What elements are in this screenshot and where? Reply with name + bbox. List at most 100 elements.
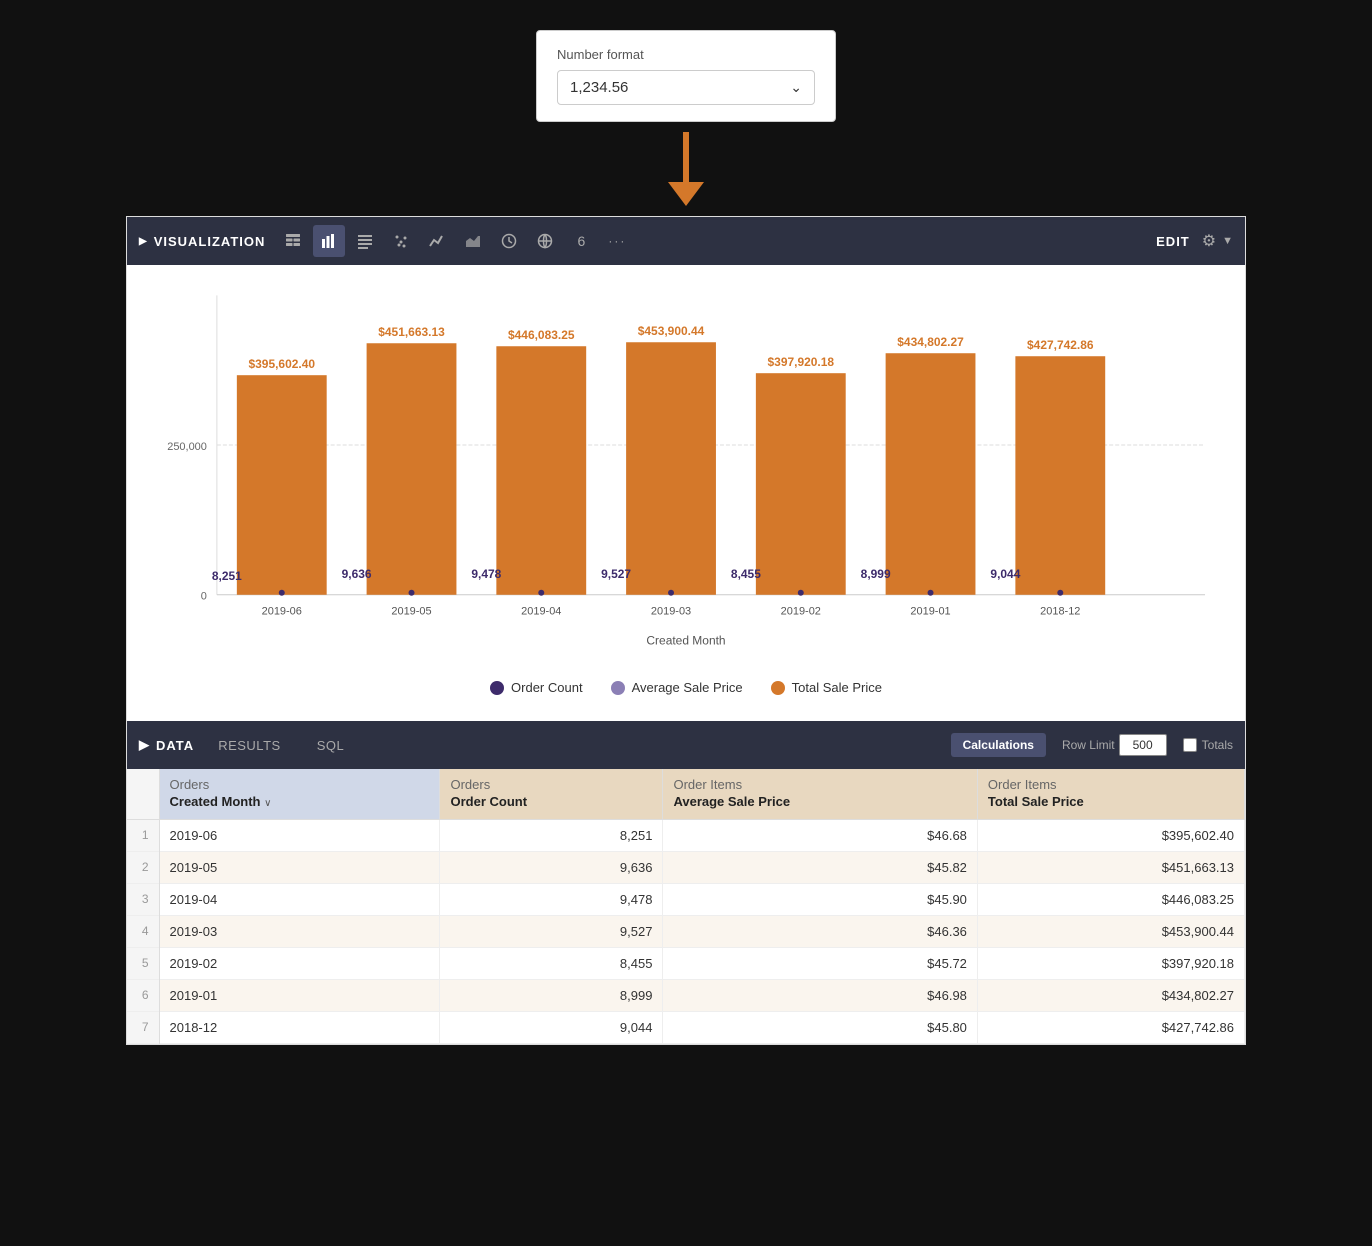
cell-order-count: 9,527 [440,915,663,947]
bar-2019-06[interactable] [237,375,327,595]
cell-month: 2018-12 [159,1011,440,1043]
area-icon-btn[interactable] [457,225,489,257]
totals-checkbox[interactable] [1183,738,1197,752]
svg-text:2018-12: 2018-12 [1040,606,1080,618]
avg-sale-legend-label: Average Sale Price [632,680,743,695]
cell-month: 2019-06 [159,819,440,851]
row-limit-label: Row Limit [1062,738,1115,752]
bar-chart-icon-btn[interactable] [313,225,345,257]
data-table: Orders Created Month ∨ Orders Order Coun… [127,769,1245,1044]
row-number: 6 [127,979,159,1011]
bar-2019-02[interactable] [756,373,846,595]
legend-avg-sale-price: Average Sale Price [611,680,743,695]
col-header-total-sale-price[interactable]: Order Items Total Sale Price [977,769,1244,819]
cell-total-sale-price: $434,802.27 [977,979,1244,1011]
total-sale-legend-dot [771,681,785,695]
number-6-icon: 6 [578,233,586,249]
order-count-legend-dot [490,681,504,695]
number-format-label: Number format [557,47,815,62]
svg-text:9,044: 9,044 [990,567,1020,581]
chevron-down-icon: ⌄ [790,79,802,96]
row-number: 5 [127,947,159,979]
arrow-head [668,182,704,206]
table-row: 2 2019-05 9,636 $45.82 $451,663.13 [127,851,1245,883]
number-format-select[interactable]: 1,234.56 ⌄ [557,70,815,105]
chart-area: 250,000 0 $395,602.40 8,251 2019-06 $451… [127,265,1245,721]
edit-button[interactable]: EDIT [1156,234,1190,249]
cell-total-sale-price: $397,920.18 [977,947,1244,979]
totals-label: Totals [1183,738,1233,752]
cell-avg-sale-price: $45.82 [663,851,977,883]
line-icon-btn[interactable] [421,225,453,257]
data-collapse-icon[interactable]: ▶ [139,737,150,753]
row-number: 1 [127,819,159,851]
cell-order-count: 9,636 [440,851,663,883]
number-format-value: 1,234.56 [570,79,628,96]
legend-total-sale-price: Total Sale Price [771,680,882,695]
table-icon-btn[interactable] [277,225,309,257]
bar-2019-04[interactable] [496,346,586,595]
chart-svg: 250,000 0 $395,602.40 8,251 2019-06 $451… [157,285,1215,665]
table-row: 6 2019-01 8,999 $46.98 $434,802.27 [127,979,1245,1011]
clock-icon-btn[interactable] [493,225,525,257]
data-table-container: Orders Created Month ∨ Orders Order Coun… [127,769,1245,1044]
chart-legend: Order Count Average Sale Price Total Sal… [157,670,1215,711]
svg-text:9,636: 9,636 [342,567,372,581]
arrow-shaft [683,132,689,182]
ellipsis-icon: ··· [608,234,626,248]
svg-text:$397,920.18: $397,920.18 [768,355,835,369]
svg-text:$451,663.13: $451,663.13 [378,325,445,339]
number-format-panel: Number format 1,234.56 ⌄ [536,30,836,122]
map-icon-btn[interactable] [529,225,561,257]
svg-text:$395,602.40: $395,602.40 [248,357,315,371]
cell-avg-sale-price: $46.36 [663,915,977,947]
col-header-order-count[interactable]: Orders Order Count [440,769,663,819]
cell-total-sale-price: $446,083.25 [977,883,1244,915]
row-number: 3 [127,883,159,915]
svg-text:$427,742.86: $427,742.86 [1027,338,1094,352]
row-number-col-header [127,769,159,819]
gear-dropdown-arrow-icon[interactable]: ▼ [1222,235,1233,247]
cell-month: 2019-04 [159,883,440,915]
total-sale-legend-label: Total Sale Price [792,680,882,695]
svg-text:2019-04: 2019-04 [521,606,561,618]
visualization-header: ▶ VISUALIZATION [127,217,1245,265]
bar-2019-05[interactable] [367,343,457,595]
scatter-icon-btn[interactable] [385,225,417,257]
svg-text:Created Month: Created Month [646,634,725,648]
table-row: 1 2019-06 8,251 $46.68 $395,602.40 [127,819,1245,851]
visualization-title: ▶ VISUALIZATION [139,234,265,249]
col-header-avg-sale-price[interactable]: Order Items Average Sale Price [663,769,977,819]
bar-2018-12[interactable] [1015,356,1105,595]
cell-total-sale-price: $451,663.13 [977,851,1244,883]
bar-2019-01[interactable] [886,353,976,595]
tab-results[interactable]: RESULTS [202,732,297,759]
order-count-legend-label: Order Count [511,680,583,695]
svg-text:2019-06: 2019-06 [262,606,302,618]
row-limit-input[interactable] [1119,734,1167,756]
sort-arrow-icon: ∨ [264,798,271,809]
number-icon-btn[interactable]: 6 [565,225,597,257]
bar-2019-03[interactable] [626,342,716,595]
tab-sql[interactable]: SQL [301,732,361,759]
collapse-arrow-icon[interactable]: ▶ [139,236,148,247]
main-container: ▶ VISUALIZATION [126,216,1246,1045]
table-row: 7 2018-12 9,044 $45.80 $427,742.86 [127,1011,1245,1043]
cell-month: 2019-05 [159,851,440,883]
table-row: 5 2019-02 8,455 $45.72 $397,920.18 [127,947,1245,979]
cell-order-count: 8,999 [440,979,663,1011]
more-icon-btn[interactable]: ··· [601,225,633,257]
svg-text:8,999: 8,999 [861,567,891,581]
cell-month: 2019-01 [159,979,440,1011]
svg-text:9,478: 9,478 [471,567,501,581]
cell-avg-sale-price: $46.68 [663,819,977,851]
gear-icon[interactable]: ⚙ [1202,231,1216,251]
calculations-button[interactable]: Calculations [951,733,1046,757]
cell-avg-sale-price: $45.90 [663,883,977,915]
list-icon-btn[interactable] [349,225,381,257]
col-header-created-month[interactable]: Orders Created Month ∨ [159,769,440,819]
row-number: 2 [127,851,159,883]
cell-order-count: 8,455 [440,947,663,979]
data-header: ▶ DATA RESULTS SQL Calculations Row Limi… [127,721,1245,769]
row-number: 7 [127,1011,159,1043]
